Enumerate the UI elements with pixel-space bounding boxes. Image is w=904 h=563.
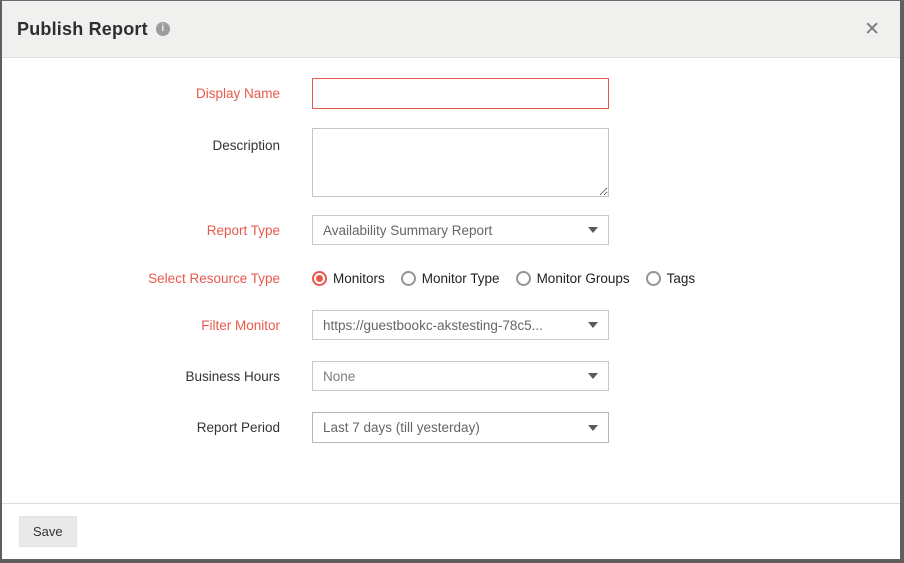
radio-option-label: Monitor Type	[422, 271, 500, 286]
filter-monitor-field-wrap: https://guestbookc-akstesting-78c5...	[312, 310, 609, 340]
display-name-field-wrap	[312, 78, 609, 109]
business-hours-field-wrap: None	[312, 361, 609, 391]
radio-option-monitors[interactable]: Monitors	[312, 271, 385, 286]
chevron-down-icon	[588, 227, 598, 233]
save-button[interactable]: Save	[19, 516, 77, 547]
radio-option-label: Monitor Groups	[537, 271, 630, 286]
report-period-select[interactable]: Last 7 days (till yesterday)	[312, 412, 609, 443]
display-name-label: Display Name	[2, 86, 280, 101]
dialog-footer: Save	[2, 503, 900, 559]
dialog-header: Publish Report i ✕	[2, 1, 900, 58]
report-period-selected-value: Last 7 days (till yesterday)	[323, 420, 580, 435]
description-field-wrap	[312, 128, 609, 197]
radio-icon	[401, 271, 416, 286]
radio-icon	[646, 271, 661, 286]
radio-option-tags[interactable]: Tags	[646, 271, 696, 286]
info-icon[interactable]: i	[156, 22, 170, 36]
radio-option-label: Tags	[667, 271, 696, 286]
description-row: Description	[2, 128, 900, 197]
report-period-field-wrap: Last 7 days (till yesterday)	[312, 412, 609, 443]
display-name-row: Display Name	[2, 78, 900, 109]
report-period-label: Report Period	[2, 420, 280, 435]
resource-type-field-wrap: Monitors Monitor Type Monitor Groups Tag…	[312, 271, 695, 286]
resource-type-label: Select Resource Type	[2, 271, 280, 286]
publish-report-dialog: Publish Report i ✕ Display Name Descript…	[0, 0, 904, 563]
description-textarea[interactable]	[312, 128, 609, 197]
report-type-select[interactable]: Availability Summary Report	[312, 215, 609, 245]
business-hours-row: Business Hours None	[2, 361, 900, 391]
filter-monitor-label: Filter Monitor	[2, 318, 280, 333]
radio-icon	[312, 271, 327, 286]
radio-option-monitor-type[interactable]: Monitor Type	[401, 271, 500, 286]
business-hours-select[interactable]: None	[312, 361, 609, 391]
resource-type-radio-group: Monitors Monitor Type Monitor Groups Tag…	[312, 271, 695, 286]
filter-monitor-selected-value: https://guestbookc-akstesting-78c5...	[323, 318, 580, 333]
business-hours-label: Business Hours	[2, 369, 280, 384]
display-name-input[interactable]	[312, 78, 609, 109]
report-type-selected-value: Availability Summary Report	[323, 223, 580, 238]
resource-type-row: Select Resource Type Monitors Monitor Ty…	[2, 271, 900, 286]
business-hours-selected-value: None	[323, 369, 580, 384]
radio-icon	[516, 271, 531, 286]
report-type-field-wrap: Availability Summary Report	[312, 215, 609, 245]
close-icon[interactable]: ✕	[862, 18, 882, 41]
description-label: Description	[2, 128, 280, 153]
chevron-down-icon	[588, 425, 598, 431]
dialog-title: Publish Report	[17, 19, 148, 40]
report-type-label: Report Type	[2, 223, 280, 238]
dialog-body: Display Name Description Report Type Ava…	[2, 58, 900, 503]
chevron-down-icon	[588, 373, 598, 379]
radio-option-label: Monitors	[333, 271, 385, 286]
radio-option-monitor-groups[interactable]: Monitor Groups	[516, 271, 630, 286]
chevron-down-icon	[588, 322, 598, 328]
report-type-row: Report Type Availability Summary Report	[2, 215, 900, 245]
report-period-row: Report Period Last 7 days (till yesterda…	[2, 412, 900, 443]
filter-monitor-row: Filter Monitor https://guestbookc-akstes…	[2, 310, 900, 340]
filter-monitor-select[interactable]: https://guestbookc-akstesting-78c5...	[312, 310, 609, 340]
